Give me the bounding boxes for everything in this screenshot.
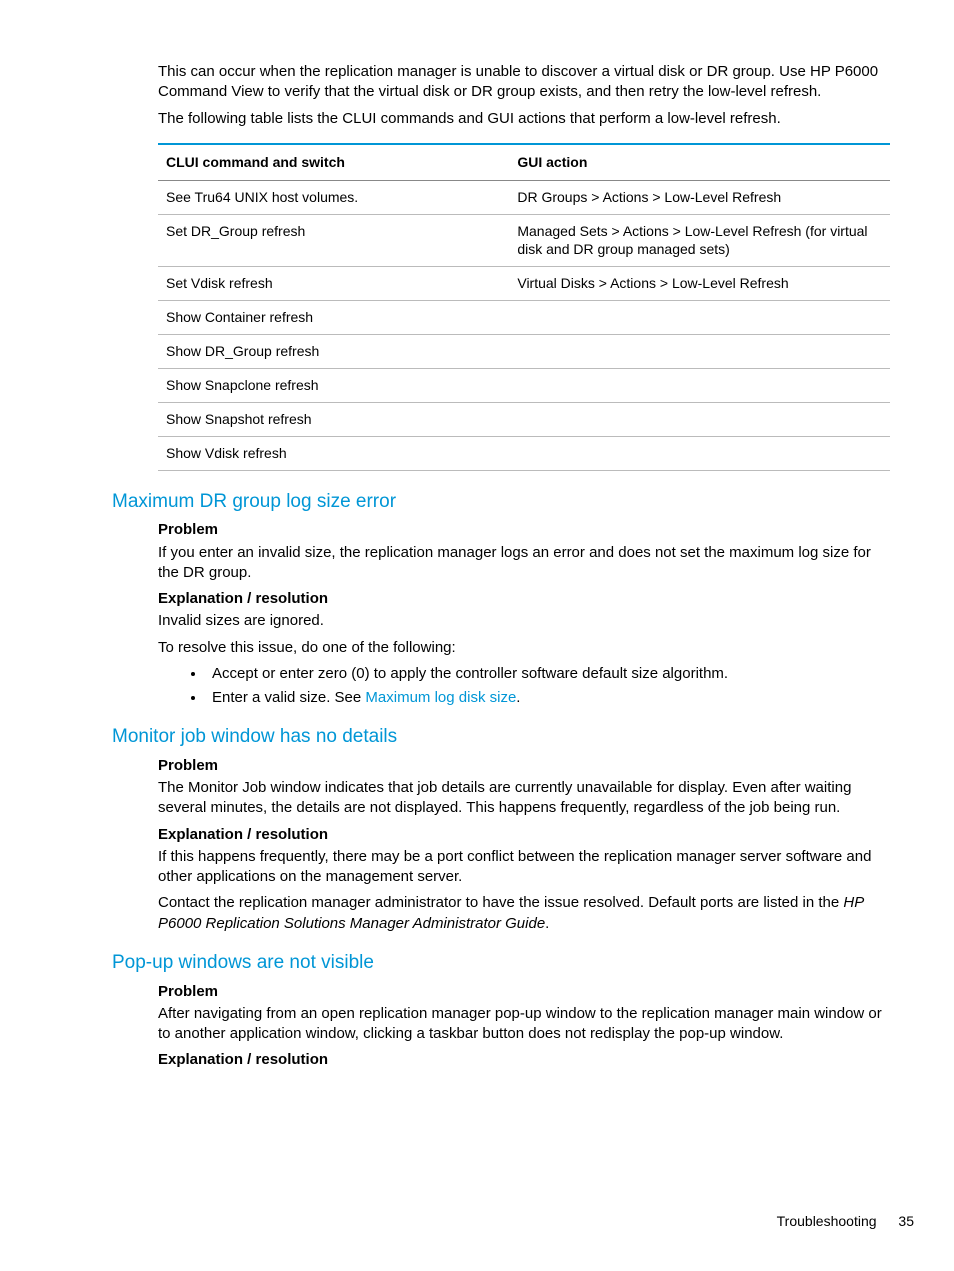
problem-text: The Monitor Job window indicates that jo… [158, 778, 890, 819]
section-body: Problem If you enter an invalid size, th… [158, 520, 890, 708]
table-row: Set Vdisk refreshVirtual Disks > Actions… [158, 267, 890, 301]
explanation-text: Contact the replication manager administ… [158, 893, 890, 934]
list-item: Enter a valid size. See Maximum log disk… [206, 688, 890, 708]
problem-heading: Problem [158, 756, 890, 776]
intro-paragraph-1: This can occur when the replication mana… [158, 62, 890, 103]
problem-heading: Problem [158, 982, 890, 1002]
explanation-text: To resolve this issue, do one of the fol… [158, 638, 890, 658]
table-row: Show Container refresh [158, 301, 890, 335]
explanation-text: Invalid sizes are ignored. [158, 611, 890, 631]
table-header-gui: GUI action [509, 144, 890, 180]
section-body: Problem After navigating from an open re… [158, 982, 890, 1071]
problem-text: If you enter an invalid size, the replic… [158, 543, 890, 584]
resolution-list: Accept or enter zero (0) to apply the co… [158, 664, 890, 709]
list-item: Accept or enter zero (0) to apply the co… [206, 664, 890, 684]
intro-block: This can occur when the replication mana… [158, 62, 890, 471]
problem-heading: Problem [158, 520, 890, 540]
footer-label: Troubleshooting [777, 1213, 877, 1229]
explanation-heading: Explanation / resolution [158, 825, 890, 845]
intro-paragraph-2: The following table lists the CLUI comma… [158, 109, 890, 129]
table-row: Show Vdisk refresh [158, 436, 890, 470]
section-body: Problem The Monitor Job window indicates… [158, 756, 890, 934]
section-heading-max-dr: Maximum DR group log size error [112, 489, 914, 515]
table-row: See Tru64 UNIX host volumes.DR Groups > … [158, 180, 890, 214]
section-heading-monitor-job: Monitor job window has no details [112, 724, 914, 750]
page-footer: Troubleshooting 35 [777, 1212, 914, 1231]
clui-gui-table: CLUI command and switch GUI action See T… [158, 143, 890, 471]
page: This can occur when the replication mana… [0, 0, 954, 1271]
page-number: 35 [898, 1213, 914, 1229]
explanation-heading: Explanation / resolution [158, 589, 890, 609]
explanation-text: If this happens frequently, there may be… [158, 847, 890, 888]
table-header-clui: CLUI command and switch [158, 144, 509, 180]
problem-text: After navigating from an open replicatio… [158, 1004, 890, 1045]
link-max-log-disk-size[interactable]: Maximum log disk size [365, 689, 516, 706]
table-row: Show Snapclone refresh [158, 368, 890, 402]
explanation-heading: Explanation / resolution [158, 1050, 890, 1070]
table-row: Show Snapshot refresh [158, 402, 890, 436]
section-heading-popup: Pop-up windows are not visible [112, 950, 914, 976]
table-row: Set DR_Group refreshManaged Sets > Actio… [158, 214, 890, 267]
table-row: Show DR_Group refresh [158, 335, 890, 369]
